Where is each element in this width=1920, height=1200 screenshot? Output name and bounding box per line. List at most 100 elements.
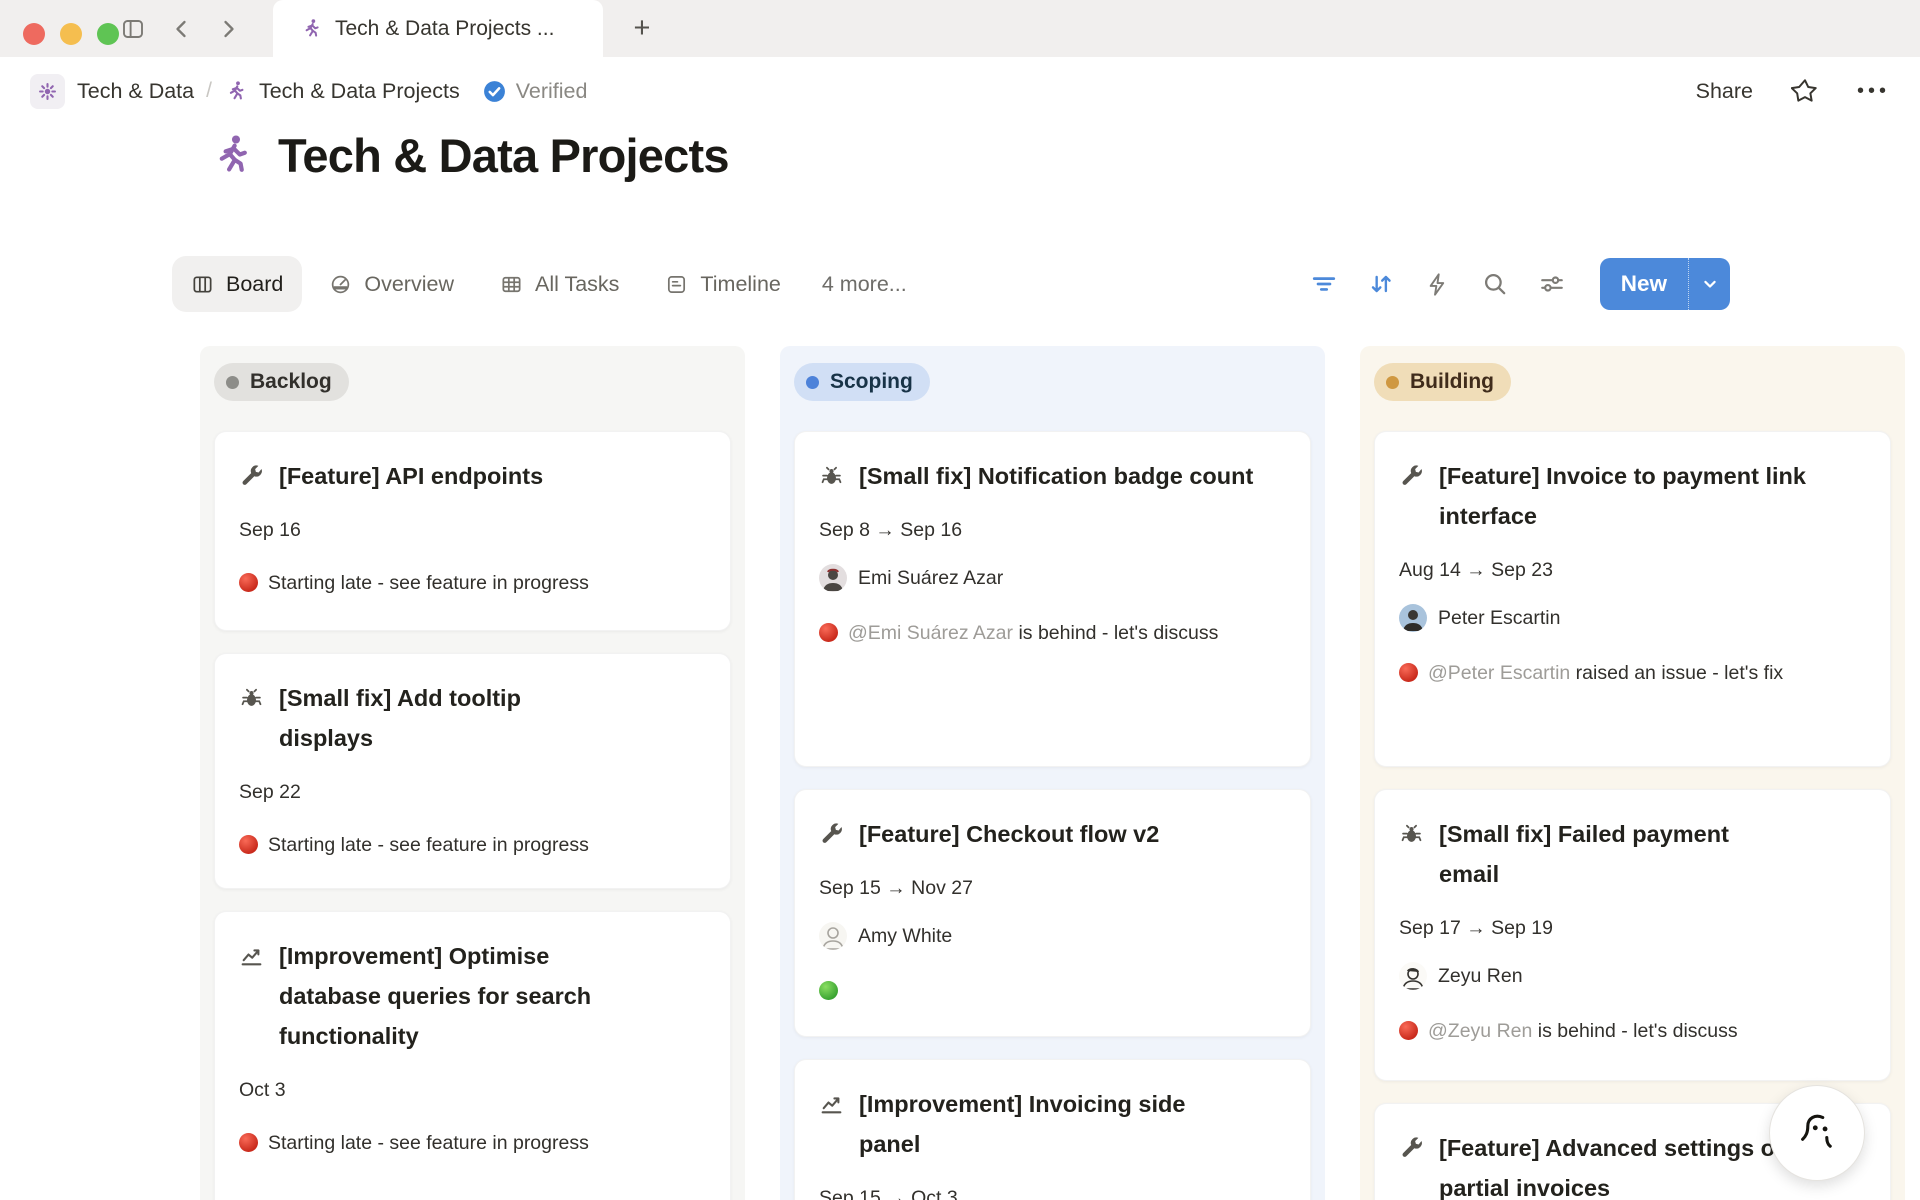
column-label: Scoping xyxy=(830,370,913,394)
breadcrumb-separator: / xyxy=(206,79,212,103)
card-title: [Improvement] Invoicing side panel xyxy=(859,1084,1239,1164)
wrench-icon xyxy=(1399,464,1424,489)
tab-overview-label: Overview xyxy=(364,272,454,297)
column-label: Backlog xyxy=(250,370,332,394)
status-dot-blue xyxy=(806,376,819,389)
wrench-icon xyxy=(819,822,844,847)
card[interactable]: [Feature] Invoice to payment link interf… xyxy=(1374,431,1891,767)
tab-board[interactable]: Board xyxy=(172,256,302,312)
card-status: Starting late - see feature in progress xyxy=(239,826,706,864)
red-circle-icon xyxy=(819,623,838,642)
card-assignee: Amy White xyxy=(819,922,1286,950)
close-button[interactable] xyxy=(23,23,45,45)
zoom-button[interactable] xyxy=(97,23,119,45)
back-icon[interactable] xyxy=(170,17,194,41)
ai-face-icon xyxy=(1794,1111,1840,1155)
card-title: [Improvement] Optimise database queries … xyxy=(279,936,639,1056)
lightning-icon xyxy=(1425,272,1450,297)
tab-overview[interactable]: Overview xyxy=(310,256,473,312)
card[interactable]: [Small fix] Notification badge count Sep… xyxy=(794,431,1311,767)
chevron-down-icon xyxy=(1700,274,1720,294)
new-dropdown[interactable] xyxy=(1688,258,1730,310)
card-title: [Small fix] Failed payment email xyxy=(1439,814,1789,894)
table-icon xyxy=(500,273,523,296)
tab-tech-data-projects[interactable]: Tech & Data Projects ... xyxy=(273,0,603,57)
wrench-icon xyxy=(1399,1136,1424,1161)
card-date: Sep 16 xyxy=(239,518,706,542)
card[interactable]: [Small fix] Add tooltip displays Sep 22 … xyxy=(214,653,731,889)
card-title-row: [Small fix] Add tooltip displays xyxy=(239,678,706,758)
card-status: Starting late - see feature in progress xyxy=(239,564,706,602)
tab-all-tasks-label: All Tasks xyxy=(535,272,619,297)
sort-button[interactable] xyxy=(1368,271,1394,297)
breadcrumb-page[interactable]: Tech & Data Projects xyxy=(259,79,460,104)
timeline-doc-icon xyxy=(665,273,688,296)
runner-icon xyxy=(300,18,322,40)
card-assignee: Peter Escartin xyxy=(1399,604,1866,632)
card-assignee: Zeyu Ren xyxy=(1399,962,1866,990)
filter-button[interactable] xyxy=(1311,271,1337,297)
new-button[interactable]: New xyxy=(1600,258,1730,310)
red-circle-icon xyxy=(239,835,258,854)
bug-icon xyxy=(239,686,264,711)
runner-icon xyxy=(224,80,247,103)
column-label: Building xyxy=(1410,370,1494,394)
assignee-name: Peter Escartin xyxy=(1438,606,1560,630)
minimize-button[interactable] xyxy=(60,23,82,45)
app-window: Tech & Data Projects ... + Tech & Data /… xyxy=(0,0,1920,1200)
bug-icon xyxy=(1399,822,1424,847)
sidebar-toggle-icon[interactable] xyxy=(121,17,145,41)
status-dot-gray xyxy=(226,376,239,389)
card-title-row: [Feature] Checkout flow v2 xyxy=(819,814,1286,854)
column-header-scoping[interactable]: Scoping xyxy=(794,363,930,401)
search-button[interactable] xyxy=(1482,271,1508,297)
card[interactable]: [Improvement] Optimise database queries … xyxy=(214,911,731,1200)
column-header-backlog[interactable]: Backlog xyxy=(214,363,349,401)
card[interactable]: [Small fix] Failed payment email Sep 17 … xyxy=(1374,789,1891,1081)
more-options-button[interactable]: ••• xyxy=(1857,80,1890,103)
column-header-building[interactable]: Building xyxy=(1374,363,1511,401)
new-tab-button[interactable]: + xyxy=(622,8,662,48)
ai-assistant-button[interactable] xyxy=(1769,1085,1865,1181)
mention: @Peter Escartin xyxy=(1428,662,1570,684)
card[interactable]: [Feature] API endpoints Sep 16 Starting … xyxy=(214,431,731,631)
team-icon-chip[interactable] xyxy=(30,74,65,109)
column-scoping: Scoping [Small fix] Notification badge c… xyxy=(780,346,1325,1200)
breadcrumb: Tech & Data / Tech & Data Projects Verif… xyxy=(0,57,1920,125)
forward-icon[interactable] xyxy=(216,17,240,41)
view-bar: Board Overview All Tasks Timeline 4 more… xyxy=(172,254,1730,314)
wrench-icon xyxy=(239,464,264,489)
card-date: Aug 14 → Sep 23 xyxy=(1399,558,1866,582)
card-title: [Feature] Advanced settings on partial i… xyxy=(1439,1128,1799,1200)
search-icon xyxy=(1482,271,1508,297)
column-backlog: Backlog [Feature] API endpoints Sep 16 S… xyxy=(200,346,745,1200)
red-circle-icon xyxy=(239,1133,258,1152)
tab-all-tasks[interactable]: All Tasks xyxy=(481,256,638,312)
page-header: Tech & Data Projects xyxy=(208,128,729,183)
gear-icon xyxy=(37,81,58,102)
share-button[interactable]: Share xyxy=(1696,79,1753,104)
tab-title: Tech & Data Projects ... xyxy=(335,17,554,41)
view-settings-button[interactable] xyxy=(1539,271,1565,297)
avatar xyxy=(819,922,847,950)
card-date: Sep 22 xyxy=(239,780,706,804)
filter-icon xyxy=(1311,271,1337,297)
red-circle-icon xyxy=(1399,663,1418,682)
verified-badge[interactable]: Verified xyxy=(482,79,588,104)
card-title: [Small fix] Add tooltip displays xyxy=(279,678,609,758)
card-title-row: [Improvement] Optimise database queries … xyxy=(239,936,706,1056)
bug-icon xyxy=(819,464,844,489)
red-circle-icon xyxy=(1399,1021,1418,1040)
card-title-row: [Feature] Invoice to payment link interf… xyxy=(1399,456,1866,536)
tab-timeline[interactable]: Timeline xyxy=(646,256,799,312)
card-status: @Zeyu Ren is behind - let's discuss xyxy=(1399,1012,1866,1050)
breadcrumb-team[interactable]: Tech & Data xyxy=(77,79,194,104)
assignee-name: Amy White xyxy=(858,924,952,948)
card[interactable]: [Feature] Checkout flow v2 Sep 15 → Nov … xyxy=(794,789,1311,1037)
card-title: [Feature] Invoice to payment link interf… xyxy=(1439,456,1819,536)
card[interactable]: [Improvement] Invoicing side panel Sep 1… xyxy=(794,1059,1311,1200)
automations-button[interactable] xyxy=(1425,271,1451,297)
favorite-star-icon[interactable] xyxy=(1791,77,1819,105)
more-views-button[interactable]: 4 more... xyxy=(808,272,921,297)
column-building: Building [Feature] Invoice to payment li… xyxy=(1360,346,1905,1200)
